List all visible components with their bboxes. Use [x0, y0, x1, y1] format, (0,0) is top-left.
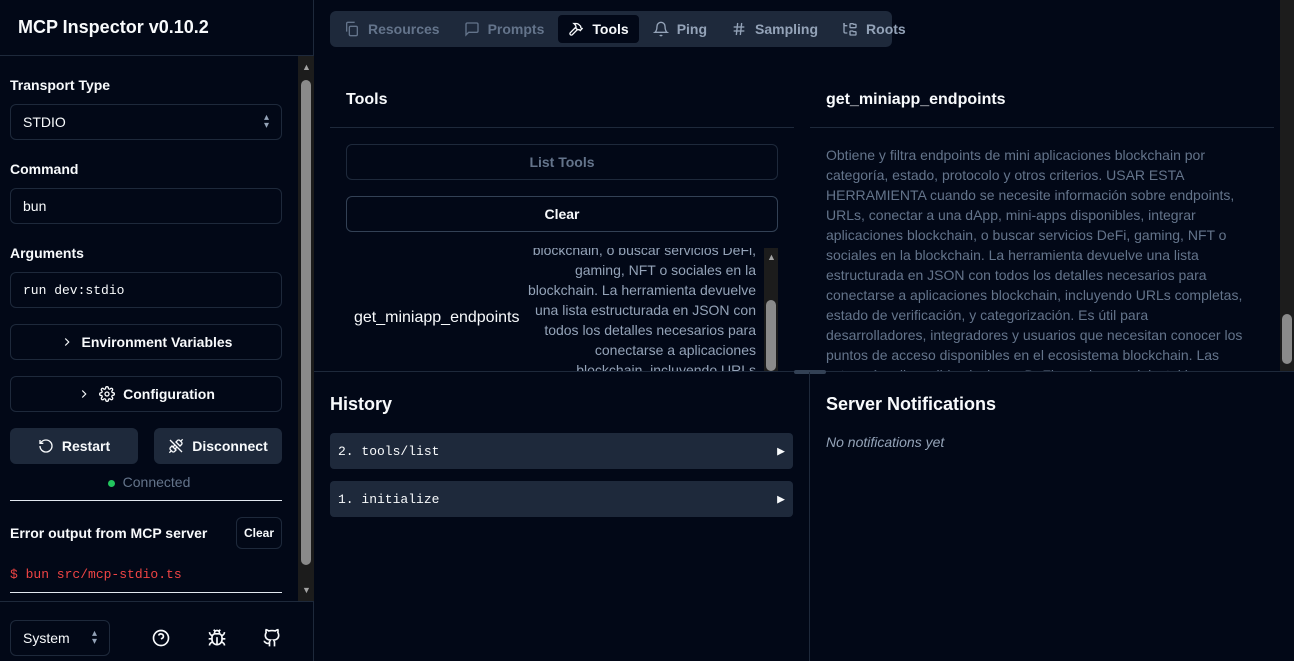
tab-label: Resources	[368, 21, 440, 37]
help-circle-icon[interactable]	[151, 628, 171, 648]
restart-button[interactable]: Restart	[10, 428, 138, 464]
transport-type-value: STDIO	[23, 114, 66, 130]
clear-tools-button[interactable]: Clear	[346, 196, 778, 232]
gear-icon	[99, 386, 116, 402]
transport-type-label: Transport Type	[10, 77, 111, 93]
status-dot-icon	[107, 479, 115, 487]
arguments-value: run dev:stdio	[23, 282, 125, 298]
bottom-panel: History 2. tools/list ▶ 1. initialize ▶ …	[314, 370, 1294, 661]
tool-list-scrollbar-thumb[interactable]	[766, 300, 776, 371]
theme-select[interactable]: System ▴ ▾	[10, 620, 110, 656]
main-area: Resources Prompts Tools Ping Sampling Ro…	[314, 0, 1294, 661]
configuration-label: Configuration	[123, 386, 215, 402]
main-scrollbar-thumb[interactable]	[1282, 314, 1292, 364]
disconnect-label: Disconnect	[192, 438, 268, 454]
chevrons-up-down-icon: ▴ ▾	[263, 112, 269, 131]
sidebar-scrollbar[interactable]: ▲ ▼	[298, 56, 314, 601]
tool-item-description: blockchain, o buscar servicios DeFi, gam…	[527, 248, 756, 371]
tools-panel-title: Tools	[346, 91, 388, 108]
tab-resources[interactable]: Resources	[334, 15, 450, 43]
status-text: Connected	[122, 474, 191, 490]
command-input[interactable]: bun	[10, 188, 282, 224]
sidebar-header: MCP Inspector v0.10.2	[0, 0, 313, 56]
rotate-ccw-icon	[39, 439, 53, 453]
expand-triangle-icon[interactable]: ▶	[777, 444, 785, 459]
command-label: Command	[10, 161, 79, 177]
transport-type-select[interactable]: STDIO ▴ ▾	[10, 104, 282, 140]
sidebar-footer: System ▴ ▾	[0, 601, 314, 661]
chevron-right-icon	[81, 390, 87, 398]
error-clear-label: Clear	[243, 526, 275, 540]
unplug-icon	[169, 438, 184, 454]
tab-label: Roots	[866, 21, 906, 37]
error-output-title: Error output from MCP server	[10, 525, 208, 541]
sidebar-scroll-area: Transport Type STDIO ▴ ▾ Command bun Argu…	[0, 56, 298, 601]
tab-prompts[interactable]: Prompts	[454, 15, 555, 43]
tool-list-item[interactable]: get_miniapp_endpoints blockchain, o busc…	[346, 248, 778, 371]
tool-list-scrollbar[interactable]: ▲	[764, 248, 778, 371]
app-title: MCP Inspector v0.10.2	[18, 17, 209, 37]
no-notifications-text: No notifications yet	[826, 434, 945, 450]
bug-icon[interactable]	[207, 628, 227, 648]
hammer-icon	[569, 22, 584, 36]
tab-bar: Resources Prompts Tools Ping Sampling Ro…	[330, 11, 906, 47]
chevron-right-icon	[64, 338, 70, 346]
hash-icon	[733, 22, 745, 36]
divider	[810, 127, 1274, 128]
server-notifications-title: Server Notifications	[826, 394, 997, 414]
disconnect-button[interactable]: Disconnect	[154, 428, 282, 464]
github-icon[interactable]	[262, 628, 282, 648]
tool-item-name: get_miniapp_endpoints	[354, 309, 520, 326]
divider	[809, 372, 810, 661]
arguments-label: Arguments	[10, 245, 84, 261]
environment-variables-label: Environment Variables	[81, 334, 233, 350]
tab-label: Ping	[676, 21, 708, 37]
expand-triangle-icon[interactable]: ▶	[777, 492, 785, 507]
history-title: History	[330, 394, 393, 414]
tab-ping[interactable]: Ping	[643, 15, 717, 43]
environment-variables-toggle[interactable]: Environment Variables	[10, 324, 282, 360]
tab-label: Prompts	[487, 21, 545, 37]
tab-label: Sampling	[755, 21, 819, 37]
scroll-up-icon[interactable]: ▲	[767, 252, 776, 262]
tab-label: Tools	[592, 21, 629, 37]
history-item[interactable]: 2. tools/list ▶	[330, 433, 793, 469]
connection-status: Connected	[0, 474, 298, 490]
command-value: bun	[23, 198, 47, 214]
resize-handle[interactable]	[794, 370, 826, 374]
tab-tools[interactable]: Tools	[558, 15, 639, 43]
error-output-line: $ bun src/mcp-stdio.ts	[10, 567, 182, 582]
history-item-label: 1. initialize	[338, 491, 440, 507]
arguments-input[interactable]: run dev:stdio	[10, 272, 282, 308]
configuration-toggle[interactable]: Configuration	[10, 376, 282, 412]
folder-tree-icon	[843, 23, 857, 36]
list-tools-label: List Tools	[529, 154, 595, 170]
clear-tools-label: Clear	[544, 206, 580, 222]
chevrons-up-down-icon: ▴ ▾	[91, 628, 97, 647]
sidebar: MCP Inspector v0.10.2 Transport Type STD…	[0, 0, 314, 661]
divider	[330, 127, 794, 128]
error-clear-button[interactable]: Clear	[236, 517, 282, 549]
tab-roots[interactable]: Roots	[832, 15, 916, 43]
restart-label: Restart	[61, 438, 111, 454]
history-item-label: 2. tools/list	[338, 443, 440, 459]
scroll-down-icon[interactable]: ▼	[302, 585, 311, 595]
sidebar-scrollbar-thumb[interactable]	[301, 80, 311, 565]
divider	[10, 500, 282, 501]
bell-icon	[652, 21, 669, 37]
files-icon	[346, 21, 358, 37]
list-tools-button[interactable]: List Tools	[346, 144, 778, 180]
main-scrollbar[interactable]	[1280, 0, 1294, 371]
tool-detail-title: get_miniapp_endpoints	[826, 91, 1006, 108]
divider	[10, 592, 282, 593]
message-square-icon	[464, 22, 479, 37]
history-item[interactable]: 1. initialize ▶	[330, 481, 793, 517]
tab-sampling[interactable]: Sampling	[721, 15, 828, 43]
scroll-up-icon[interactable]: ▲	[302, 62, 311, 72]
theme-value: System	[23, 630, 70, 646]
tool-detail-description: Obtiene y filtra endpoints de mini aplic…	[826, 147, 1243, 371]
